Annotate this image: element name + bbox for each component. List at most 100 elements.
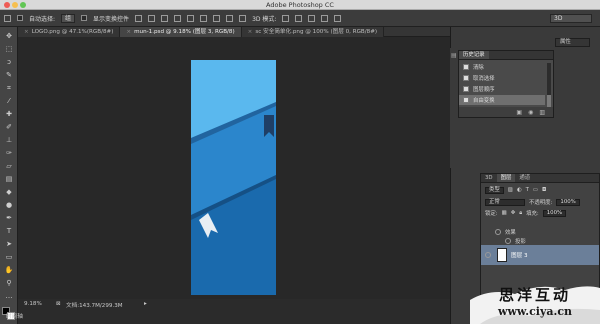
distribute-bottom-icon[interactable] xyxy=(239,14,247,22)
crop-icon[interactable]: ⌗ xyxy=(4,83,14,93)
healing-icon[interactable]: ✚ xyxy=(4,109,14,119)
shadow-visibility-icon[interactable] xyxy=(505,238,511,244)
shape-icon[interactable]: ▭ xyxy=(4,252,14,262)
tools-panel: ✥ ⬚ ↄ ✎ ⌗ ⁄ ✚ ✐ ⊥ ✑ ▱ ▤ ◆ ● ✒ T ➤ ▭ ✋ ⚲ … xyxy=(0,27,18,324)
distribute-middle-icon[interactable] xyxy=(226,14,234,22)
history-tab[interactable]: 历史记录 xyxy=(459,51,489,59)
brush-icon[interactable]: ✐ xyxy=(4,122,14,132)
align-right-icon[interactable] xyxy=(200,14,208,22)
layer-visibility-icon[interactable] xyxy=(485,252,491,258)
stamp-icon[interactable]: ⊥ xyxy=(4,135,14,145)
dodge-icon[interactable]: ● xyxy=(4,200,14,210)
filter-pixel-icon[interactable]: ▨ xyxy=(508,187,513,193)
auto-select-label: 自动选择: xyxy=(29,15,56,23)
window-title: Adobe Photoshop CC xyxy=(266,1,334,9)
lock-pixels-icon[interactable]: ▦ xyxy=(502,210,507,216)
blend-mode-dropdown[interactable]: 正常 xyxy=(485,198,525,206)
properties-tab[interactable]: 属性 xyxy=(555,38,590,47)
lasso-icon[interactable]: ↄ xyxy=(4,57,14,67)
distribute-top-icon[interactable] xyxy=(213,14,221,22)
auto-select-dropdown[interactable]: 组 xyxy=(61,13,76,23)
filter-shape-icon[interactable]: ▭ xyxy=(533,187,538,193)
status-toggle-icon[interactable]: ⊠ xyxy=(56,301,61,307)
watermark-title: 思洋互动 xyxy=(498,286,571,304)
history-item[interactable]: 图层顺序 xyxy=(459,84,545,94)
align-middle-icon[interactable] xyxy=(148,14,156,22)
layer-row-selected[interactable]: 图层 3 xyxy=(481,245,599,265)
quick-select-icon[interactable]: ✎ xyxy=(4,70,14,80)
watermark-url: www.ciya.cn xyxy=(497,305,573,318)
title-bar: Adobe Photoshop CC xyxy=(0,0,600,10)
move-tool-preset-icon[interactable] xyxy=(4,14,11,22)
zoom-icon[interactable]: ⚲ xyxy=(4,278,14,288)
more-tools-icon[interactable]: … xyxy=(4,291,14,301)
lock-all-icon[interactable]: 🔒︎ xyxy=(519,210,522,217)
move-icon[interactable]: ✥ xyxy=(4,31,14,41)
history-state-icon xyxy=(463,64,469,70)
tab-layers[interactable]: 图层 xyxy=(496,174,516,182)
history-state-icon xyxy=(463,97,469,103)
tab-mun-1[interactable]: × mun-1.psd @ 9.18% (图层 3, RGB/8) xyxy=(120,27,242,37)
fill-input[interactable]: 100% xyxy=(542,209,567,217)
hand-icon[interactable]: ✋ xyxy=(4,265,14,275)
3d-drag-icon[interactable] xyxy=(308,14,316,22)
layer-kind-filter[interactable]: 类型 xyxy=(485,186,504,194)
align-bottom-icon[interactable] xyxy=(161,14,169,22)
tab-3d[interactable]: 3D xyxy=(481,174,497,182)
marquee-icon[interactable]: ⬚ xyxy=(4,44,14,54)
history-item[interactable]: 取消选择 xyxy=(459,73,545,83)
tab-channels[interactable]: 通道 xyxy=(515,174,534,182)
workspace-dropdown[interactable]: 3D xyxy=(550,13,592,23)
3d-roll-icon[interactable] xyxy=(295,14,303,22)
lock-move-icon[interactable]: ✥ xyxy=(511,210,516,216)
collapsed-panel-column: ▤ xyxy=(450,48,458,168)
3d-mode-label: 3D 模式: xyxy=(252,15,277,23)
eraser-icon[interactable]: ▱ xyxy=(4,161,14,171)
blur-icon[interactable]: ◆ xyxy=(4,187,14,197)
close-tab-icon[interactable]: × xyxy=(126,29,131,35)
effects-visibility-icon[interactable] xyxy=(495,229,501,235)
history-scroll-thumb[interactable] xyxy=(547,95,551,107)
document-tabs: × LOGO.png @ 47.1%(RGB/8#) × mun-1.psd @ 9… xyxy=(18,27,450,37)
history-item-selected[interactable]: 自由变换 xyxy=(459,95,545,105)
align-center-icon[interactable] xyxy=(187,14,195,22)
close-tab-icon[interactable]: × xyxy=(24,29,29,35)
filter-type-icon[interactable]: T xyxy=(526,187,529,193)
tab-sc[interactable]: × sc 安全简单化.png @ 100% (图层 0, RGB/8#) xyxy=(241,27,385,37)
artboard-artwork xyxy=(191,60,276,295)
pen-icon[interactable]: ✒ xyxy=(4,213,14,223)
new-document-from-state-icon[interactable]: ▣ xyxy=(516,109,522,116)
eyedropper-icon[interactable]: ⁄ xyxy=(4,96,14,106)
document-canvas[interactable] xyxy=(191,60,276,295)
history-state-icon xyxy=(463,86,469,92)
align-left-icon[interactable] xyxy=(174,14,182,22)
filter-smart-icon[interactable]: ◘ xyxy=(542,187,546,193)
auto-select-checkbox[interactable] xyxy=(17,15,23,21)
show-transform-label: 显示变换控件 xyxy=(93,15,130,23)
type-icon[interactable]: T xyxy=(4,226,14,236)
3d-slide-icon[interactable] xyxy=(321,14,329,22)
shadow-label: 投影 xyxy=(515,239,526,245)
options-bar: 自动选择: 组 显示变换控件 3D 模式: 3D xyxy=(0,10,600,27)
3d-scale-icon[interactable] xyxy=(334,14,342,22)
history-state-icon xyxy=(463,75,469,81)
zoom-level[interactable]: 9.18% xyxy=(24,301,42,307)
timeline-tab[interactable]: 时间轴 xyxy=(6,312,23,320)
tab-logo[interactable]: × LOGO.png @ 47.1%(RGB/8#) xyxy=(18,27,121,37)
history-panel: 历史记录 清除 取消选择 图层顺序 自由变换 ▣ ◉ ▥ xyxy=(458,50,554,118)
show-transform-checkbox[interactable] xyxy=(81,15,88,21)
close-tab-icon[interactable]: × xyxy=(248,29,253,35)
3d-rotate-icon[interactable] xyxy=(282,14,290,22)
snapshot-camera-icon[interactable]: ◉ xyxy=(528,109,533,116)
gradient-icon[interactable]: ▤ xyxy=(4,174,14,184)
fill-label: 填充: xyxy=(526,211,539,217)
history-brush-icon[interactable]: ✑ xyxy=(4,148,14,158)
history-item[interactable]: 清除 xyxy=(459,62,545,72)
opacity-input[interactable]: 100% xyxy=(556,198,580,206)
path-select-icon[interactable]: ➤ xyxy=(4,239,14,249)
align-top-icon[interactable] xyxy=(135,14,143,22)
status-menu-icon[interactable]: ▸ xyxy=(144,301,147,307)
history-collapsed-icon[interactable]: ▤ xyxy=(451,52,457,59)
trash-icon[interactable]: ▥ xyxy=(539,109,545,116)
filter-adjust-icon[interactable]: ◐ xyxy=(517,187,522,193)
